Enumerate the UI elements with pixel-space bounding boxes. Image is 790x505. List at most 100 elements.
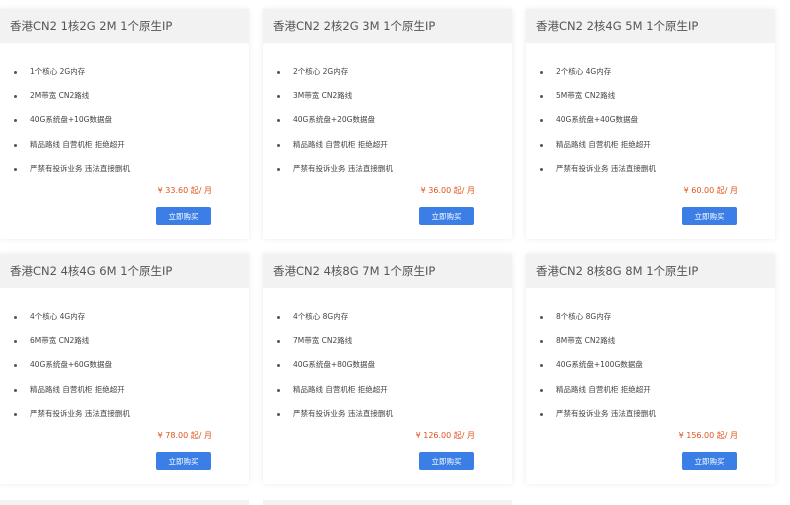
feature-list: 8个核心 8G内存 8M带宽 CN2路线 40G系统盘+100G数据盘 精品路线… xyxy=(526,288,775,433)
feature-text: 严禁有投诉业务 违法直接删机 xyxy=(30,163,130,173)
feature-item: 40G系统盘+20G数据盘 xyxy=(275,115,512,139)
feature-list: 1个核心 2G内存 2M带宽 CN2路线 40G系统盘+10G数据盘 精品路线 … xyxy=(0,43,249,188)
feature-item: 精品路线 自营机柜 拒绝超开 xyxy=(538,385,775,409)
feature-text: 40G系统盘+20G数据盘 xyxy=(293,115,375,125)
buy-now-button[interactable]: 立即购买 xyxy=(682,207,737,225)
plan-title: 香港CN2 4核8G 7M 1个原生IP xyxy=(263,254,512,288)
feature-item: 3M带宽 CN2路线 xyxy=(275,91,512,115)
feature-list: 4个核心 8G内存 7M带宽 CN2路线 40G系统盘+80G数据盘 精品路线 … xyxy=(263,288,512,433)
bullet-icon xyxy=(540,412,543,416)
bullet-icon xyxy=(540,340,543,344)
plan-price: ¥ 33.60 起/ 月 xyxy=(157,186,212,195)
plan-card-partial xyxy=(263,500,512,505)
feature-text: 严禁有投诉业务 违法直接删机 xyxy=(556,408,656,418)
bullet-icon xyxy=(14,71,17,74)
bullet-icon xyxy=(277,364,280,368)
feature-item: 精品路线 自营机柜 拒绝超开 xyxy=(12,140,249,164)
feature-item: 4个核心 8G内存 xyxy=(275,312,512,336)
feature-list: 2个核心 4G内存 5M带宽 CN2路线 40G系统盘+40G数据盘 精品路线 … xyxy=(526,43,775,188)
feature-text: 4个核心 8G内存 xyxy=(293,312,349,321)
plan-price: ¥ 156.00 起/ 月 xyxy=(678,431,738,440)
feature-text: 2个核心 4G内存 xyxy=(556,67,612,76)
plan-card: 香港CN2 2核4G 5M 1个原生IP 2个核心 4G内存 5M带宽 CN2路… xyxy=(526,9,775,239)
buy-now-button[interactable]: 立即购买 xyxy=(419,452,474,470)
feature-text: 精品路线 自营机柜 拒绝超开 xyxy=(30,384,125,394)
bullet-icon xyxy=(14,95,17,99)
feature-item: 5M带宽 CN2路线 xyxy=(538,91,775,115)
feature-item: 精品路线 自营机柜 拒绝超开 xyxy=(275,385,512,409)
feature-text: 精品路线 自营机柜 拒绝超开 xyxy=(293,384,388,394)
feature-text: 8个核心 8G内存 xyxy=(556,312,612,321)
feature-text: 精品路线 自营机柜 拒绝超开 xyxy=(556,139,651,149)
feature-item: 精品路线 自营机柜 拒绝超开 xyxy=(12,385,249,409)
bullet-icon xyxy=(14,412,17,416)
feature-text: 严禁有投诉业务 违法直接删机 xyxy=(30,408,130,418)
feature-text: 4个核心 4G内存 xyxy=(30,312,86,321)
feature-item: 8个核心 8G内存 xyxy=(538,312,775,336)
bullet-icon xyxy=(540,119,543,123)
plan-price: ¥ 78.00 起/ 月 xyxy=(157,431,212,440)
bullet-icon xyxy=(540,71,543,74)
plan-price: ¥ 60.00 起/ 月 xyxy=(683,186,738,195)
feature-text: 1个核心 2G内存 xyxy=(30,67,86,76)
feature-text: 40G系统盘+60G数据盘 xyxy=(30,360,112,370)
plan-card: 香港CN2 4核4G 6M 1个原生IP 4个核心 4G内存 6M带宽 CN2路… xyxy=(0,254,249,484)
feature-text: 5M带宽 CN2路线 xyxy=(556,91,616,101)
feature-item: 2个核心 2G内存 xyxy=(275,67,512,91)
plan-title: 香港CN2 2核2G 3M 1个原生IP xyxy=(263,9,512,43)
buy-now-button[interactable]: 立即购买 xyxy=(156,207,211,225)
feature-text: 精品路线 自营机柜 拒绝超开 xyxy=(556,384,651,394)
plan-title: 香港CN2 4核4G 6M 1个原生IP xyxy=(0,254,249,288)
feature-item: 8M带宽 CN2路线 xyxy=(538,336,775,360)
feature-list: 2个核心 2G内存 3M带宽 CN2路线 40G系统盘+20G数据盘 精品路线 … xyxy=(263,43,512,188)
bullet-icon xyxy=(277,412,280,416)
plan-title: 香港CN2 8核8G 8M 1个原生IP xyxy=(526,254,775,288)
feature-text: 2M带宽 CN2路线 xyxy=(30,91,90,101)
feature-item: 精品路线 自营机柜 拒绝超开 xyxy=(538,140,775,164)
bullet-icon xyxy=(277,143,280,147)
feature-text: 3M带宽 CN2路线 xyxy=(293,91,353,101)
feature-item: 40G系统盘+60G数据盘 xyxy=(12,360,249,384)
buy-now-button[interactable]: 立即购买 xyxy=(156,452,211,470)
feature-text: 40G系统盘+100G数据盘 xyxy=(556,360,643,370)
feature-item: 7M带宽 CN2路线 xyxy=(275,336,512,360)
buy-now-button[interactable]: 立即购买 xyxy=(682,452,737,470)
feature-item: 40G系统盘+80G数据盘 xyxy=(275,360,512,384)
bullet-icon xyxy=(277,119,280,123)
bullet-icon xyxy=(14,119,17,123)
bullet-icon xyxy=(277,71,280,74)
feature-item: 1个核心 2G内存 xyxy=(12,67,249,91)
plan-title: 香港CN2 1核2G 2M 1个原生IP xyxy=(0,9,249,43)
feature-text: 6M带宽 CN2路线 xyxy=(30,336,90,346)
feature-text: 精品路线 自营机柜 拒绝超开 xyxy=(293,139,388,149)
plan-title: 香港CN2 2核4G 5M 1个原生IP xyxy=(526,9,775,43)
bullet-icon xyxy=(540,388,543,392)
plan-card: 香港CN2 1核2G 2M 1个原生IP 1个核心 2G内存 2M带宽 CN2路… xyxy=(0,9,249,239)
feature-item: 严禁有投诉业务 违法直接删机 xyxy=(275,409,512,433)
bullet-icon xyxy=(277,340,280,344)
bullet-icon xyxy=(277,316,280,319)
bullet-icon xyxy=(277,167,280,171)
feature-text: 严禁有投诉业务 违法直接删机 xyxy=(293,163,393,173)
feature-item: 4个核心 4G内存 xyxy=(12,312,249,336)
plan-card-partial xyxy=(0,500,249,505)
bullet-icon xyxy=(540,95,543,99)
bullet-icon xyxy=(14,364,17,368)
plan-card: 香港CN2 2核2G 3M 1个原生IP 2个核心 2G内存 3M带宽 CN2路… xyxy=(263,9,512,239)
feature-text: 精品路线 自营机柜 拒绝超开 xyxy=(30,139,125,149)
feature-item: 精品路线 自营机柜 拒绝超开 xyxy=(275,140,512,164)
plan-price: ¥ 126.00 起/ 月 xyxy=(415,431,475,440)
plan-card: 香港CN2 8核8G 8M 1个原生IP 8个核心 8G内存 8M带宽 CN2路… xyxy=(526,254,775,484)
feature-item: 2M带宽 CN2路线 xyxy=(12,91,249,115)
feature-item: 40G系统盘+10G数据盘 xyxy=(12,115,249,139)
bullet-icon xyxy=(277,388,280,392)
bullet-icon xyxy=(540,143,543,147)
buy-now-button[interactable]: 立即购买 xyxy=(419,207,474,225)
feature-list: 4个核心 4G内存 6M带宽 CN2路线 40G系统盘+60G数据盘 精品路线 … xyxy=(0,288,249,433)
feature-text: 8M带宽 CN2路线 xyxy=(556,336,616,346)
bullet-icon xyxy=(14,143,17,147)
bullet-icon xyxy=(14,340,17,344)
bullet-icon xyxy=(540,316,543,319)
feature-item: 严禁有投诉业务 违法直接删机 xyxy=(12,409,249,433)
feature-text: 2个核心 2G内存 xyxy=(293,67,349,76)
